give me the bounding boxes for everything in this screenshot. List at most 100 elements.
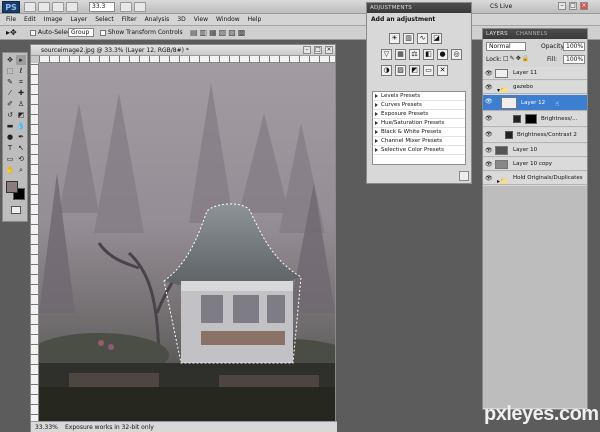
- clone-stamp-icon[interactable]: ♙: [16, 99, 26, 109]
- black-white-icon[interactable]: ◧: [423, 49, 434, 60]
- tab-channels[interactable]: CHANNELS: [516, 31, 548, 37]
- maximize-button[interactable]: □: [569, 2, 577, 10]
- layer-row-selected[interactable]: 👁 Layer 12 ☝: [483, 95, 587, 111]
- menu-image[interactable]: Image: [40, 14, 67, 25]
- quick-mask-icon[interactable]: [11, 206, 21, 214]
- type-tool-icon[interactable]: T: [5, 143, 15, 153]
- arrange-documents-icon[interactable]: [120, 2, 132, 12]
- blur-tool-icon[interactable]: 💧: [16, 121, 26, 131]
- doc-close-button[interactable]: ×: [325, 46, 333, 54]
- layer-row[interactable]: 👁 Layer 10: [483, 144, 587, 157]
- image-canvas[interactable]: [39, 63, 335, 421]
- brightness-icon[interactable]: ☀: [389, 33, 400, 44]
- hue-saturation-icon[interactable]: ▦: [395, 49, 406, 60]
- channel-mixer-icon[interactable]: ◎: [451, 49, 462, 60]
- close-button[interactable]: ×: [580, 2, 588, 10]
- lock-icons[interactable]: □✎✥🔒: [503, 55, 530, 62]
- menu-layer[interactable]: Layer: [66, 14, 91, 25]
- selected-tool-icon[interactable]: ▸: [16, 55, 26, 65]
- menu-file[interactable]: File: [2, 14, 20, 25]
- document-tab[interactable]: sourceimage2.jpg @ 33.3% (Layer 12, RGB/…: [31, 45, 335, 56]
- horizontal-ruler[interactable]: [39, 56, 335, 63]
- preset-black-white[interactable]: Black & White Presets: [373, 128, 465, 137]
- gradient-tool-icon[interactable]: ▬: [5, 121, 15, 131]
- hand-tool-icon[interactable]: ✋: [5, 165, 15, 175]
- bridge-icon[interactable]: [24, 2, 36, 12]
- menu-select[interactable]: Select: [91, 14, 118, 25]
- menu-3d[interactable]: 3D: [173, 14, 189, 25]
- menu-window[interactable]: Window: [212, 14, 244, 25]
- history-brush-icon[interactable]: ↺: [5, 110, 15, 120]
- blend-mode-select[interactable]: Normal: [486, 42, 526, 51]
- menu-view[interactable]: View: [190, 14, 212, 25]
- show-transform-checkbox[interactable]: [100, 30, 106, 36]
- preset-selective-color[interactable]: Selective Color Presets: [373, 146, 465, 155]
- eye-icon[interactable]: 👁: [485, 84, 493, 91]
- quick-select-icon[interactable]: ✎: [5, 77, 15, 87]
- preset-channel-mixer[interactable]: Channel Mixer Presets: [373, 137, 465, 146]
- selective-color-icon[interactable]: ✕: [437, 65, 448, 76]
- 3d-rotate-icon[interactable]: ⟲: [16, 154, 26, 164]
- lasso-tool-icon[interactable]: ℓ: [16, 66, 26, 76]
- marquee-tool-icon[interactable]: ⬚: [5, 66, 15, 76]
- menu-analysis[interactable]: Analysis: [141, 14, 174, 25]
- doc-minimize-button[interactable]: –: [303, 46, 311, 54]
- healing-brush-icon[interactable]: ✚: [16, 88, 26, 98]
- eraser-tool-icon[interactable]: ◩: [16, 110, 26, 120]
- zoom-level-field[interactable]: 33.3: [89, 2, 115, 12]
- view-extras-icon[interactable]: [52, 2, 64, 12]
- fill-field[interactable]: 100%: [563, 55, 585, 64]
- levels-icon[interactable]: ▥: [403, 33, 414, 44]
- hand-tool-icon[interactable]: [66, 2, 78, 12]
- photo-filter-icon[interactable]: ●: [437, 49, 448, 60]
- adjustment-layer-row[interactable]: 👁 Brightness/...: [483, 112, 587, 127]
- minimize-button[interactable]: –: [558, 2, 566, 10]
- minibridge-icon[interactable]: [38, 2, 50, 12]
- zoom-tool-icon[interactable]: ⌕: [16, 165, 26, 175]
- cs-live-button[interactable]: CS Live: [490, 2, 512, 12]
- invert-icon[interactable]: ◑: [381, 65, 392, 76]
- vertical-ruler[interactable]: [31, 63, 39, 425]
- eye-icon[interactable]: 👁: [485, 70, 493, 77]
- screen-mode-icon[interactable]: [134, 2, 146, 12]
- layer-row[interactable]: 👁 Layer 11: [483, 67, 587, 80]
- eye-icon[interactable]: 👁: [485, 115, 493, 122]
- panel-menu-icon[interactable]: [459, 171, 469, 181]
- opacity-field[interactable]: 100%: [563, 42, 585, 51]
- path-select-icon[interactable]: ↖: [16, 143, 26, 153]
- tab-layers[interactable]: LAYERS: [486, 31, 508, 37]
- adjustment-layer-row[interactable]: 👁 Brightness/Contrast 2: [483, 128, 587, 143]
- layer-row[interactable]: 👁 Layer 10 copy: [483, 158, 587, 171]
- align-buttons-icon[interactable]: ▤▥▦▧▨▩: [190, 28, 247, 37]
- menu-filter[interactable]: Filter: [118, 14, 141, 25]
- status-zoom[interactable]: 33.33%: [35, 422, 58, 432]
- curves-icon[interactable]: ∿: [417, 33, 428, 44]
- brush-tool-icon[interactable]: ✐: [5, 99, 15, 109]
- menu-edit[interactable]: Edit: [20, 14, 40, 25]
- preset-hue-saturation[interactable]: Hue/Saturation Presets: [373, 119, 465, 128]
- eye-icon[interactable]: 👁: [485, 98, 493, 105]
- gradient-map-icon[interactable]: ▭: [423, 65, 434, 76]
- layer-group-row[interactable]: 👁 ▾📁 gazebo: [483, 81, 587, 94]
- eye-icon[interactable]: 👁: [485, 161, 493, 168]
- move-tool-icon[interactable]: ✥: [5, 55, 15, 65]
- shape-tool-icon[interactable]: ▭: [5, 154, 15, 164]
- vibrance-icon[interactable]: ▽: [381, 49, 392, 60]
- preset-curves[interactable]: Curves Presets: [373, 101, 465, 110]
- preset-exposure[interactable]: Exposure Presets: [373, 110, 465, 119]
- doc-maximize-button[interactable]: □: [314, 46, 322, 54]
- eyedropper-icon[interactable]: ⁄: [5, 88, 15, 98]
- eye-icon[interactable]: 👁: [485, 175, 493, 182]
- color-balance-icon[interactable]: ⚖: [409, 49, 420, 60]
- eye-icon[interactable]: 👁: [485, 131, 493, 138]
- eye-icon[interactable]: 👁: [485, 147, 493, 154]
- preset-levels[interactable]: Levels Presets: [373, 92, 465, 101]
- foreground-color-front[interactable]: [6, 181, 18, 193]
- exposure-icon[interactable]: ◪: [431, 33, 442, 44]
- adjustments-tab[interactable]: ADJUSTMENTS: [367, 3, 471, 13]
- pen-tool-icon[interactable]: ✒: [16, 132, 26, 142]
- auto-select-dropdown[interactable]: Group: [68, 28, 94, 37]
- threshold-icon[interactable]: ◩: [409, 65, 420, 76]
- layer-group-row[interactable]: 👁 ▸📁 Hold Originals/Duplicates: [483, 172, 587, 185]
- dodge-tool-icon[interactable]: ●: [5, 132, 15, 142]
